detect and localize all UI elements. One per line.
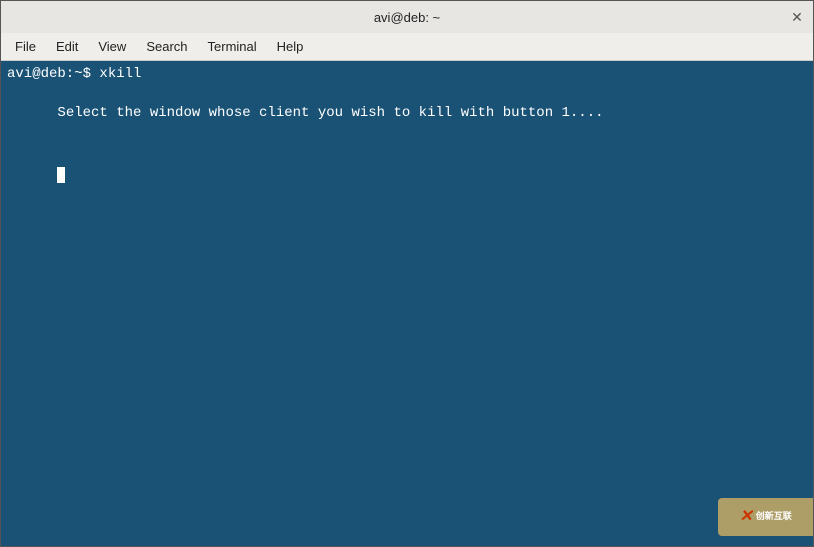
title-bar: avi@deb: ~ ✕ — [1, 1, 813, 33]
menu-view[interactable]: View — [88, 37, 136, 56]
menu-bar: File Edit View Search Terminal Help — [1, 33, 813, 61]
window-title: avi@deb: ~ — [374, 10, 440, 25]
terminal-body[interactable]: avi@deb:~$ xkill Select the window whose… — [1, 61, 813, 546]
watermark-name: 创新互联 — [756, 511, 792, 523]
menu-file[interactable]: File — [5, 37, 46, 56]
menu-search[interactable]: Search — [136, 37, 197, 56]
watermark-content: ✕ 创新互联 — [739, 507, 791, 528]
terminal-line-3 — [7, 143, 807, 202]
watermark-logo: ✕ 创新互联 — [739, 507, 791, 528]
watermark-icon: ✕ — [739, 507, 752, 528]
terminal-line-1: avi@deb:~$ xkill — [7, 65, 807, 85]
terminal-window: avi@deb: ~ ✕ File Edit View Search Termi… — [0, 0, 814, 547]
watermark: ✕ 创新互联 — [718, 498, 813, 536]
menu-terminal[interactable]: Terminal — [198, 37, 267, 56]
close-button[interactable]: ✕ — [789, 9, 805, 25]
menu-edit[interactable]: Edit — [46, 37, 88, 56]
cursor-block — [57, 167, 65, 183]
menu-help[interactable]: Help — [267, 37, 314, 56]
terminal-line-2: Select the window whose client you wish … — [7, 85, 807, 144]
